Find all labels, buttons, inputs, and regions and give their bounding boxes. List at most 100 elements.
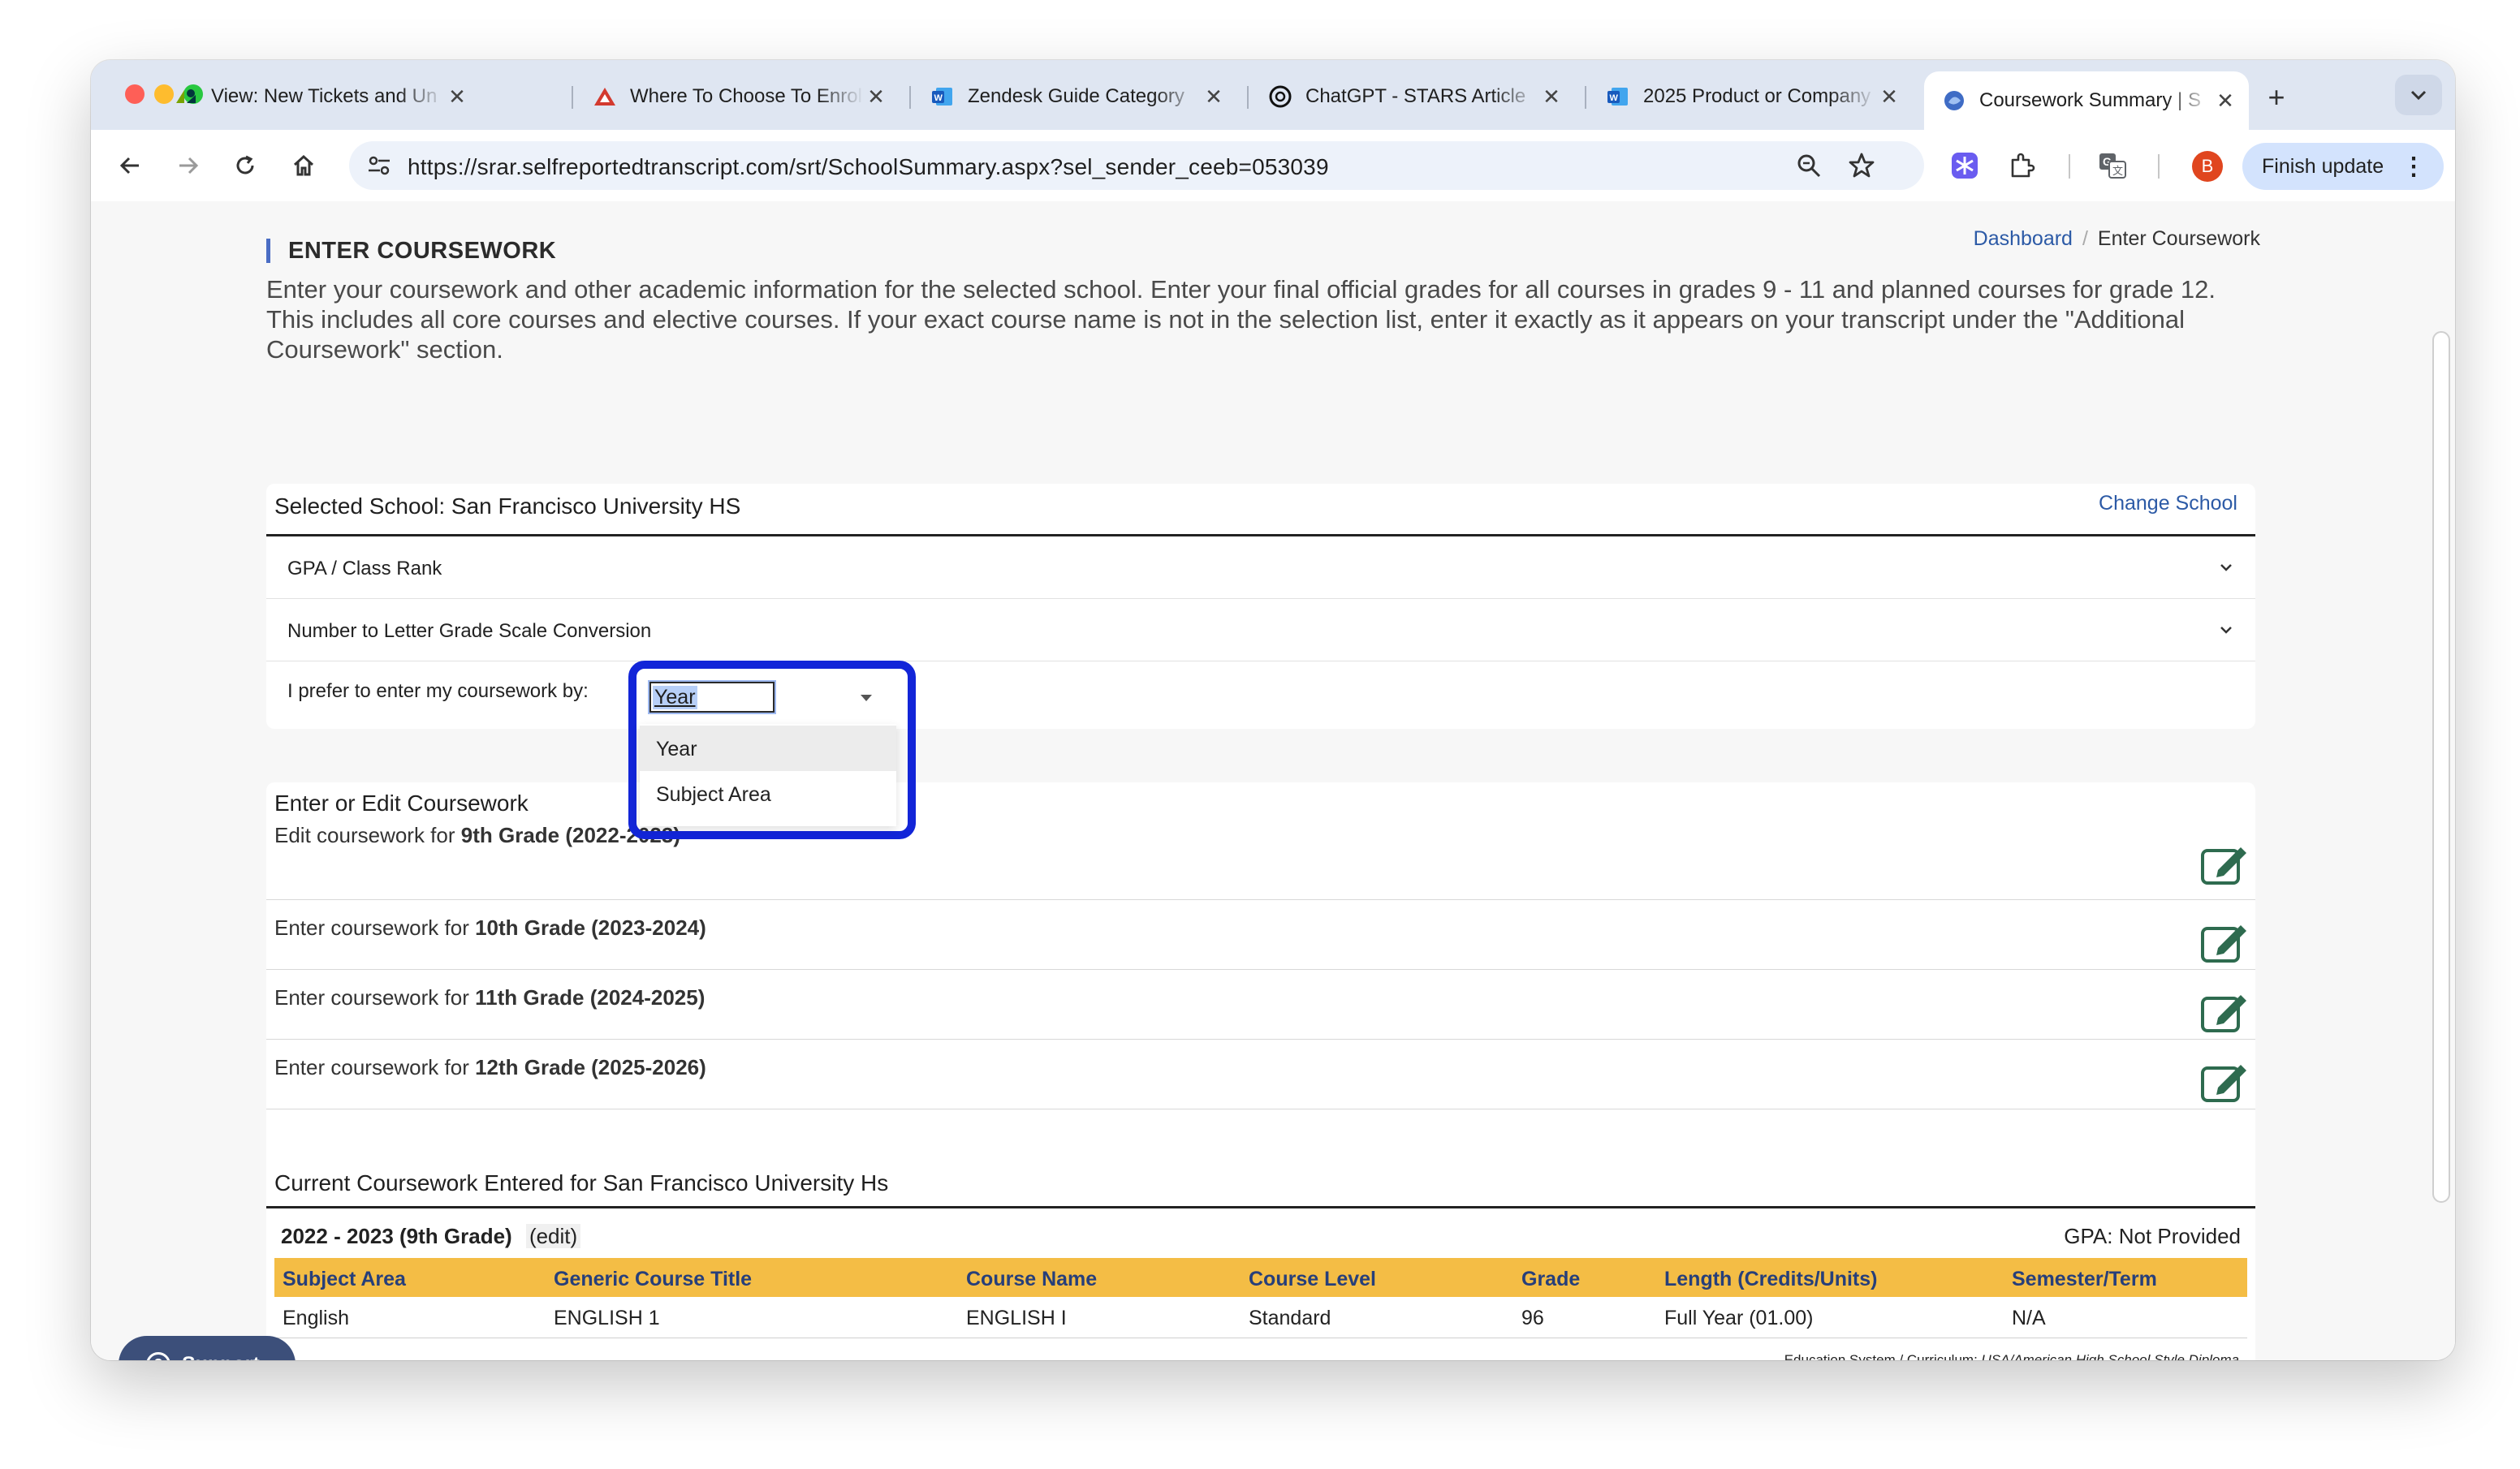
column-header: Course Level bbox=[1249, 1268, 1377, 1290]
tab-title: View: New Tickets and Un bbox=[211, 85, 438, 107]
chevron-down-icon bbox=[2220, 564, 2232, 571]
coursework-row-9th: Edit coursework for 9th Grade (2022-2023… bbox=[266, 823, 2255, 900]
breadcrumb-separator: / bbox=[2082, 227, 2088, 250]
selected-school-title: Selected School: San Francisco Universit… bbox=[274, 493, 741, 519]
tab-title: Coursework Summary | S bbox=[1979, 89, 2201, 111]
breadcrumb-dashboard-link[interactable]: Dashboard bbox=[1974, 227, 2073, 250]
chevron-down-icon bbox=[2410, 90, 2427, 101]
back-button[interactable] bbox=[110, 146, 149, 185]
finish-update-label: Finish update bbox=[2262, 154, 2384, 178]
current-coursework-panel: Current Coursework Entered for San Franc… bbox=[266, 1162, 2255, 1360]
coursework-row-text: Enter coursework for 12th Grade (2025-20… bbox=[274, 1055, 706, 1079]
tab-strip: View: New Tickets and Un ✕ Where To Choo… bbox=[91, 60, 2455, 130]
table-cell: Standard bbox=[1249, 1307, 1331, 1329]
url-text: https://srar.selfreportedtranscript.com/… bbox=[408, 154, 1329, 179]
coursework-row-text: Enter coursework for 10th Grade (2023-20… bbox=[274, 915, 706, 940]
tab-chatgpt[interactable]: ChatGPT - STARS Article ✕ bbox=[1250, 71, 1575, 122]
panel-divider bbox=[266, 1206, 2255, 1208]
select-value: Year bbox=[648, 680, 776, 714]
close-icon[interactable]: ✕ bbox=[2213, 88, 2237, 113]
chatgpt-icon bbox=[1268, 84, 1292, 109]
scrollbar-thumb[interactable] bbox=[2432, 331, 2450, 1203]
browser-toolbar: https://srar.selfreportedtranscript.com/… bbox=[91, 130, 2455, 202]
edit-icon[interactable] bbox=[2200, 1062, 2249, 1104]
breadcrumb-current: Enter Coursework bbox=[2097, 227, 2260, 250]
accordion-grade-scale[interactable]: Number to Letter Grade Scale Conversion bbox=[266, 599, 2255, 661]
translate-button[interactable]: G文 bbox=[2093, 146, 2132, 185]
coursework-row-12th: Enter coursework for 12th Grade (2025-20… bbox=[266, 1039, 2255, 1109]
table-cell: English bbox=[283, 1307, 349, 1329]
snowflake-extension-icon bbox=[1952, 153, 1978, 179]
toolbar-divider bbox=[2158, 154, 2160, 179]
table-header: Subject Area Generic Course Title Course… bbox=[274, 1258, 2247, 1297]
close-icon[interactable]: ✕ bbox=[864, 84, 888, 109]
tab-divider bbox=[1585, 86, 1586, 109]
forward-arrow-icon bbox=[179, 157, 199, 174]
word-doc-icon: W bbox=[930, 84, 955, 109]
table-cell: Full Year (01.00) bbox=[1664, 1307, 1814, 1329]
reload-icon bbox=[236, 155, 254, 174]
svg-text:W: W bbox=[934, 93, 943, 103]
breadcrumb: Dashboard / Enter Coursework bbox=[1974, 227, 2260, 251]
tab-where-to-enroll[interactable]: Where To Choose To Enroll ✕ bbox=[575, 71, 900, 122]
address-bar[interactable]: https://srar.selfreportedtranscript.com/… bbox=[349, 141, 1924, 190]
close-icon[interactable]: ✕ bbox=[1202, 84, 1226, 109]
toolbar-divider bbox=[2069, 154, 2070, 179]
accordion-label: GPA / Class Rank bbox=[287, 558, 442, 579]
column-header: Grade bbox=[1521, 1268, 1581, 1290]
edit-icon[interactable] bbox=[2200, 922, 2249, 964]
support-button[interactable]: ? Support bbox=[119, 1336, 296, 1360]
zoom-icon[interactable] bbox=[1796, 153, 1822, 183]
more-menu-icon: ⋮ bbox=[2401, 153, 2426, 180]
column-header: Generic Course Title bbox=[554, 1268, 753, 1290]
curriculum-footnote: Education System / Curriculum: USA/Ameri… bbox=[1784, 1352, 2239, 1360]
tab-coursework-summary[interactable]: Coursework Summary | S ✕ bbox=[1924, 71, 2249, 130]
column-header: Semester/Term bbox=[2012, 1268, 2157, 1290]
tab-title: Where To Choose To Enroll bbox=[630, 85, 864, 107]
tab-search-button[interactable] bbox=[2395, 75, 2442, 115]
extension-button[interactable] bbox=[1945, 146, 1984, 185]
column-header: Length (Credits/Units) bbox=[1664, 1268, 1878, 1290]
tab-divider bbox=[909, 86, 911, 109]
forward-button[interactable] bbox=[169, 146, 208, 185]
coursework-row-text: Edit coursework for 9th Grade (2022-2023… bbox=[274, 823, 680, 847]
coursework-panel-title: Enter or Edit Coursework bbox=[274, 791, 529, 816]
extensions-menu-button[interactable] bbox=[2002, 146, 2041, 185]
close-icon[interactable]: ✕ bbox=[1539, 84, 1564, 109]
svg-text:W: W bbox=[1610, 93, 1619, 103]
finish-update-button[interactable]: Finish update ⋮ bbox=[2242, 143, 2444, 190]
tab-title: Zendesk Guide Category bbox=[968, 85, 1184, 107]
reload-button[interactable] bbox=[226, 146, 265, 185]
edit-icon[interactable] bbox=[2200, 992, 2249, 1034]
home-button[interactable] bbox=[284, 146, 323, 185]
srar-icon bbox=[1942, 88, 1966, 113]
profile-avatar[interactable]: B bbox=[2192, 151, 2223, 182]
tab-title: ChatGPT - STARS Article bbox=[1305, 85, 1526, 107]
bookmark-star-icon[interactable] bbox=[1848, 152, 1875, 183]
tab-new-tickets[interactable]: View: New Tickets and Un ✕ bbox=[156, 71, 481, 122]
site-info-icon[interactable] bbox=[367, 154, 391, 181]
option-year[interactable]: Year bbox=[640, 726, 896, 771]
edit-icon[interactable] bbox=[2200, 844, 2249, 886]
support-label: Support bbox=[182, 1353, 260, 1361]
tab-zendesk-guide[interactable]: W Zendesk Guide Category ✕ bbox=[913, 71, 1237, 122]
close-icon[interactable]: ✕ bbox=[445, 84, 469, 109]
page-title: ENTER COURSEWORK bbox=[266, 239, 556, 263]
accordion-gpa-class-rank[interactable]: GPA / Class Rank bbox=[266, 536, 2255, 599]
coursework-row-text: Enter coursework for 11th Grade (2024-20… bbox=[274, 985, 706, 1010]
tab-divider bbox=[1247, 86, 1249, 109]
edit-year-link[interactable]: (edit) bbox=[525, 1224, 581, 1248]
puzzle-icon bbox=[2011, 153, 2035, 178]
table-cell: N/A bbox=[2012, 1307, 2046, 1329]
change-school-link[interactable]: Change School bbox=[2099, 492, 2237, 515]
new-tab-button[interactable]: + bbox=[2260, 80, 2293, 114]
tab-product-company[interactable]: W 2025 Product or Company ✕ bbox=[1588, 71, 1913, 122]
close-icon[interactable]: ✕ bbox=[1877, 84, 1901, 109]
current-coursework-title: Current Coursework Entered for San Franc… bbox=[274, 1170, 889, 1195]
option-subject-area[interactable]: Subject Area bbox=[640, 771, 896, 816]
tab-divider bbox=[572, 86, 573, 109]
coursework-preference-select[interactable]: Year bbox=[640, 672, 896, 724]
table-cell: ENGLISH 1 bbox=[554, 1307, 660, 1329]
coursework-row-11th: Enter coursework for 11th Grade (2024-20… bbox=[266, 969, 2255, 1040]
close-window-button[interactable] bbox=[125, 84, 145, 104]
